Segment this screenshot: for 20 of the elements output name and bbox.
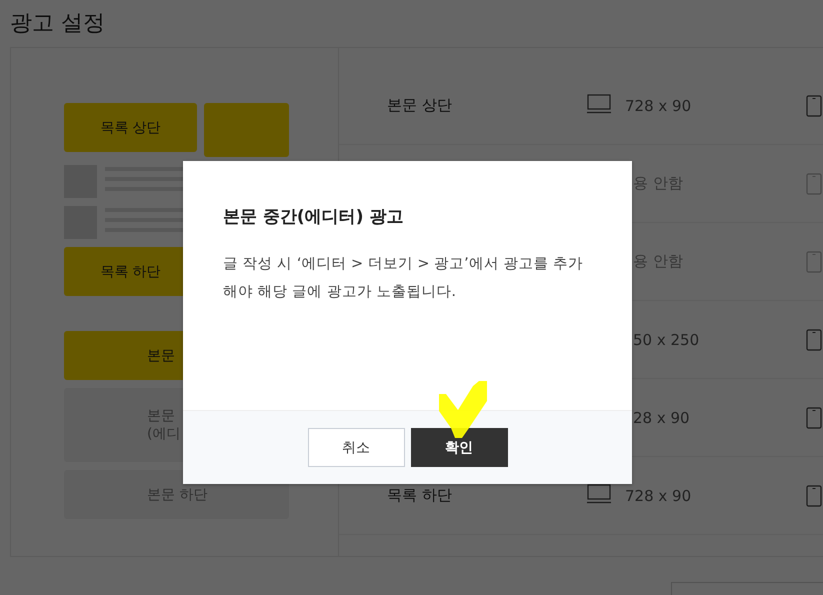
ad-slot[interactable]: 목록 상단 [64,103,197,152]
ad-slot[interactable] [204,103,289,157]
dialog-message: 글 작성 시 ‘에디터 > 더보기 > 광고’에서 광고를 추가해야 해당 글에 광고가 노출됩니다. [223,255,584,302]
ad-size: 28 x 90 [632,408,691,426]
dialog-title: 본문 중간(에디터) 광고 [223,206,404,228]
phone-icon [806,484,822,506]
cancel-button[interactable]: 취소 [308,428,404,467]
phone-icon [806,94,822,116]
page-title: 광고 설정 [9,10,106,38]
check-mark-drawing [439,381,487,438]
ad-size: 728 x 90 [625,486,692,504]
monitor-icon [587,94,611,114]
confirm-button[interactable]: 확인 [410,428,508,467]
phone-icon [806,406,822,428]
placement-label: 본문 상단 [387,96,452,114]
ad-size: 50 x 250 [632,330,700,348]
monitor-icon [587,484,611,504]
phone-icon [806,328,822,350]
ad-size: 728 x 90 [625,96,692,114]
placement-label: 목록 하단 [387,486,452,504]
